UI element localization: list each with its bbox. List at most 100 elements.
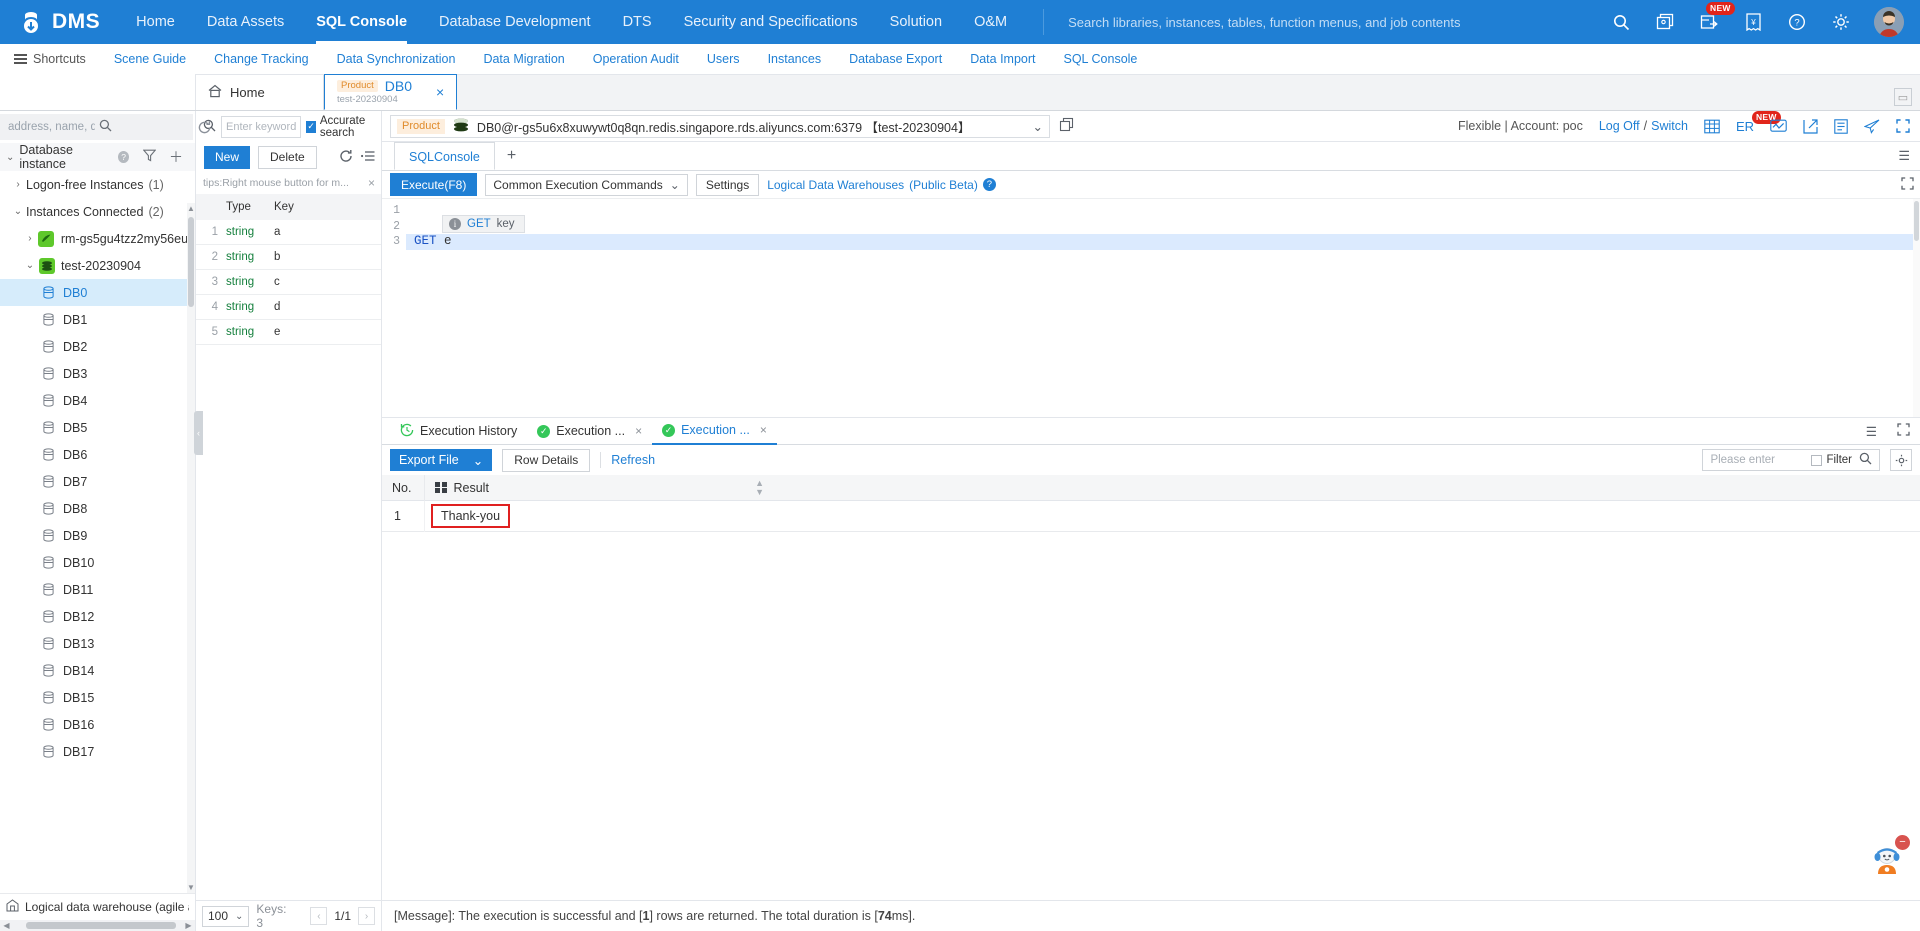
help-circle-icon[interactable]: ? bbox=[982, 178, 996, 191]
scroll-up-arrow[interactable]: ▲ bbox=[187, 204, 195, 213]
add-sql-tab-button[interactable]: + bbox=[495, 142, 528, 170]
export-ticket-icon[interactable]: NEW bbox=[1698, 2, 1735, 33]
user-avatar[interactable] bbox=[1874, 7, 1904, 37]
key-table-row[interactable]: 1 string a bbox=[196, 220, 381, 245]
key-search-input[interactable]: Enter keyword bbox=[221, 115, 302, 138]
result-filter[interactable]: Please enter Filter bbox=[1702, 449, 1880, 471]
help-circle-icon[interactable]: ? bbox=[1786, 11, 1808, 33]
accurate-search-checkbox[interactable]: ✓ Accurate search bbox=[306, 115, 377, 139]
sql-code-editor[interactable]: 1 2 3 GET e i GET key bbox=[382, 199, 1920, 417]
help-circle-icon[interactable]: ? bbox=[118, 151, 129, 163]
nav-item-sql-console[interactable]: SQL Console bbox=[300, 0, 423, 44]
tree-node-db6[interactable]: DB6 bbox=[0, 441, 195, 468]
tree-node-db12[interactable]: DB12 bbox=[0, 603, 195, 630]
close-icon[interactable]: × bbox=[635, 424, 642, 438]
tree-node-db16[interactable]: DB16 bbox=[0, 711, 195, 738]
tree-node-db0[interactable]: DB0 bbox=[0, 279, 195, 306]
tree-node-db15[interactable]: DB15 bbox=[0, 684, 195, 711]
logical-data-warehouse-entry[interactable]: Logical data warehouse (agile analys bbox=[0, 893, 195, 920]
common-execution-commands-dropdown[interactable]: Common Execution Commands ⌄ bbox=[485, 173, 688, 196]
logical-data-warehouses-link[interactable]: Logical Data Warehouses (Public Beta) ? bbox=[767, 178, 996, 192]
new-key-button[interactable]: New bbox=[204, 145, 251, 169]
row-details-button[interactable]: Row Details bbox=[502, 448, 591, 472]
copy-icon[interactable] bbox=[1059, 117, 1074, 135]
tab-execution-history[interactable]: Execution History bbox=[390, 418, 527, 445]
send-icon[interactable] bbox=[1864, 119, 1880, 134]
nav-item-om[interactable]: O&M bbox=[958, 0, 1023, 44]
app-logo[interactable]: DMS bbox=[0, 9, 120, 35]
tree-node-db4[interactable]: DB4 bbox=[0, 387, 195, 414]
tree-node-db7[interactable]: DB7 bbox=[0, 468, 195, 495]
tree-node-db13[interactable]: DB13 bbox=[0, 630, 195, 657]
refresh-result-button[interactable]: Refresh bbox=[611, 453, 655, 467]
expand-icon[interactable] bbox=[1901, 176, 1914, 193]
page-size-select[interactable]: 100 ⌄ bbox=[202, 905, 250, 927]
nav-item-security-and-specifications[interactable]: Security and Specifications bbox=[668, 0, 874, 44]
chevron-down-icon[interactable]: ⌄ bbox=[1033, 119, 1043, 134]
tree-node-db1[interactable]: DB1 bbox=[0, 306, 195, 333]
key-table-row[interactable]: 3 string c bbox=[196, 270, 381, 295]
key-table-row[interactable]: 4 string d bbox=[196, 295, 381, 320]
execute-button[interactable]: Execute(F8) bbox=[390, 173, 478, 196]
list-settings-icon[interactable] bbox=[361, 150, 375, 165]
tree-node-db2[interactable]: DB2 bbox=[0, 333, 195, 360]
tree-node-test-20230904[interactable]: ⌄ test-20230904 bbox=[0, 252, 195, 279]
editor-vertical-scrollbar[interactable] bbox=[1913, 199, 1920, 417]
shortcut-users[interactable]: Users bbox=[693, 52, 754, 66]
scroll-left-arrow[interactable]: ◀ bbox=[0, 921, 13, 930]
list-view-icon[interactable]: ☰ bbox=[1856, 424, 1887, 439]
log-off-link[interactable]: Log Off bbox=[1599, 119, 1640, 133]
tree-node-db8[interactable]: DB8 bbox=[0, 495, 195, 522]
gear-icon[interactable] bbox=[1890, 449, 1912, 471]
scroll-right-arrow[interactable]: ▶ bbox=[182, 921, 195, 930]
filter-icon[interactable] bbox=[139, 149, 160, 165]
shortcut-data-import[interactable]: Data Import bbox=[956, 52, 1049, 66]
delete-key-button[interactable]: Delete bbox=[258, 145, 317, 169]
tree-node-db10[interactable]: DB10 bbox=[0, 549, 195, 576]
chevron-down-icon[interactable]: ⌄ bbox=[6, 152, 14, 163]
tree-node-db11[interactable]: DB11 bbox=[0, 576, 195, 603]
key-table-row[interactable]: 5 string e bbox=[196, 320, 381, 345]
tree-node-rm-instance[interactable]: › rm-gs5gu4tzz2my56eu5 bbox=[0, 225, 195, 252]
minimize-icon[interactable]: − bbox=[1895, 835, 1910, 850]
tree-node-db3[interactable]: DB3 bbox=[0, 360, 195, 387]
tree-node-db14[interactable]: DB14 bbox=[0, 657, 195, 684]
shortcut-instances[interactable]: Instances bbox=[754, 52, 836, 66]
shortcut-change-tracking[interactable]: Change Tracking bbox=[200, 52, 323, 66]
checkbox-icon[interactable] bbox=[1811, 454, 1823, 466]
close-icon[interactable]: × bbox=[436, 84, 444, 100]
shortcuts-menu-button[interactable]: Shortcuts bbox=[0, 52, 100, 66]
tree-vertical-scrollbar[interactable]: ▲ ▼ bbox=[187, 203, 195, 893]
tab-execution-result-2[interactable]: ✓ Execution ... × bbox=[652, 418, 777, 445]
open-external-icon[interactable] bbox=[1803, 118, 1818, 134]
table-grid-icon[interactable] bbox=[1704, 119, 1720, 134]
chevron-right-icon[interactable]: › bbox=[10, 179, 26, 190]
tab-sqlconsole[interactable]: SQLConsole bbox=[394, 142, 495, 170]
result-table-row[interactable]: 1 Thank-you bbox=[382, 500, 1920, 532]
tree-search-input[interactable]: address, name, database name bbox=[0, 114, 193, 140]
editor-content[interactable]: GET e i GET key bbox=[406, 199, 1920, 417]
nav-item-solution[interactable]: Solution bbox=[874, 0, 958, 44]
receipt-yen-icon[interactable]: ¥ bbox=[1742, 11, 1764, 33]
switch-account-link[interactable]: Switch bbox=[1651, 119, 1688, 133]
plus-icon[interactable]: ＋ bbox=[165, 147, 187, 167]
sort-icon[interactable]: ▲ ▼ bbox=[755, 478, 772, 497]
next-page-button[interactable]: › bbox=[358, 907, 375, 925]
fullscreen-icon[interactable] bbox=[1896, 119, 1910, 133]
nav-item-data-assets[interactable]: Data Assets bbox=[191, 0, 300, 44]
support-assistant-icon[interactable]: − bbox=[1868, 835, 1910, 879]
monitor-icon[interactable] bbox=[1770, 119, 1787, 133]
tree-node-logon-free-instances[interactable]: › Logon-free Instances (1) bbox=[0, 171, 195, 198]
tab-execution-result-1[interactable]: ✓ Execution ... × bbox=[527, 418, 652, 445]
refresh-icon[interactable] bbox=[339, 149, 353, 166]
gear-icon[interactable] bbox=[1830, 11, 1852, 33]
er-diagram-icon[interactable]: ER NEW bbox=[1736, 110, 1781, 134]
menu-icon[interactable]: ☰ bbox=[1898, 142, 1920, 170]
nav-item-home[interactable]: Home bbox=[120, 0, 191, 44]
shortcut-operation-audit[interactable]: Operation Audit bbox=[579, 52, 693, 66]
tree-node-db5[interactable]: DB5 bbox=[0, 414, 195, 441]
prev-page-button[interactable]: ‹ bbox=[310, 907, 328, 925]
shortcut-data-synchronization[interactable]: Data Synchronization bbox=[323, 52, 470, 66]
shortcut-database-export[interactable]: Database Export bbox=[835, 52, 956, 66]
tab-home[interactable]: Home bbox=[196, 75, 324, 110]
